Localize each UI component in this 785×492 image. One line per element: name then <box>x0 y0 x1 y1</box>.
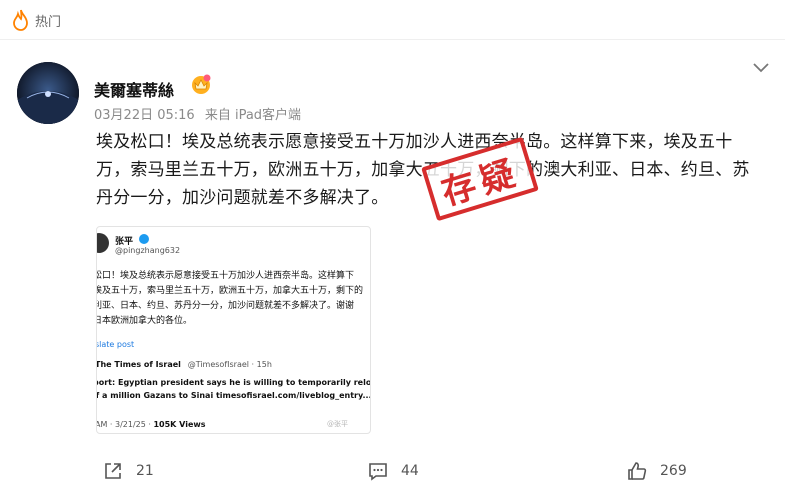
avatar-image <box>17 62 79 124</box>
embed-footer-time: AM · 3/21/25 · <box>96 420 154 429</box>
vip-crown-icon <box>192 74 211 94</box>
embed-text-line: 埃及五十万，索马里兰五十万，欧洲五十万，加拿大五十万，剩下的 <box>96 286 364 296</box>
embed-translate-link: slate post <box>96 340 135 349</box>
comment-count: 44 <box>401 463 419 479</box>
share-icon <box>105 463 121 479</box>
flame-icon <box>13 9 28 31</box>
chevron-down-icon[interactable] <box>752 60 770 74</box>
embed-quote-line: lf a million Gazans to Sinai timesofisra… <box>96 391 371 400</box>
embed-quote-header: The Times of Israel @TimesofIsrael · 15h <box>96 360 272 369</box>
embed-watermark: @张平 <box>327 420 348 428</box>
like-button[interactable]: 269 <box>626 460 687 482</box>
comment-icon <box>369 463 387 481</box>
share-count: 21 <box>136 463 154 479</box>
like-count: 269 <box>660 463 687 479</box>
avatar[interactable] <box>17 62 79 124</box>
author-name[interactable]: 美爾塞蒂絲 <box>94 77 174 101</box>
embed-text-line: 利亚、日本、约旦、苏丹分一分，加沙问题就差不多解决了。谢谢 <box>96 301 355 311</box>
share-button[interactable]: 21 <box>102 460 154 482</box>
embed-quote-name: The Times of Israel <box>96 360 181 369</box>
action-bar: 21 44 269 <box>0 450 785 492</box>
embed-footer-views: 105K Views <box>153 420 206 429</box>
hot-tag-label[interactable]: 热门 <box>35 11 61 30</box>
thumbs-up-icon <box>628 462 647 480</box>
embed-footer: AM · 3/21/25 · 105K Views <box>96 420 206 429</box>
embedded-screenshot-image[interactable]: 张平 @pingzhang632 松口！埃及总统表示愿意接受五十万加沙人进西奈半… <box>96 226 371 434</box>
verified-badge-icon <box>139 234 149 244</box>
embed-text-line: 松口！埃及总统表示愿意接受五十万加沙人进西奈半岛。这样算下 <box>96 271 355 281</box>
embed-avatar <box>97 233 109 253</box>
post-meta: 03月22日 05:16 来自 iPad客户端 <box>94 104 301 123</box>
post-time: 03月22日 05:16 <box>94 108 195 123</box>
embed-quote-body: port: Egyptian president says he is will… <box>96 376 371 402</box>
top-bar: 热门 <box>0 0 785 40</box>
embed-text-line: 日本欧洲加拿大的各位。 <box>96 316 193 326</box>
comment-button[interactable]: 44 <box>367 460 419 482</box>
post-source: 来自 iPad客户端 <box>204 108 302 123</box>
post-text-line: 埃及松口！埃及总统表示愿意接受五十万加沙人进西奈半岛。这样算下来，埃及五十 <box>96 132 733 152</box>
embed-text: 松口！埃及总统表示愿意接受五十万加沙人进西奈半岛。这样算下 埃及五十万，索马里兰… <box>96 269 370 329</box>
embed-quote-handle: @TimesofIsrael · 15h <box>187 360 272 369</box>
embed-quote-line: port: Egyptian president says he is will… <box>96 378 371 387</box>
embed-handle: @pingzhang632 <box>115 246 181 255</box>
